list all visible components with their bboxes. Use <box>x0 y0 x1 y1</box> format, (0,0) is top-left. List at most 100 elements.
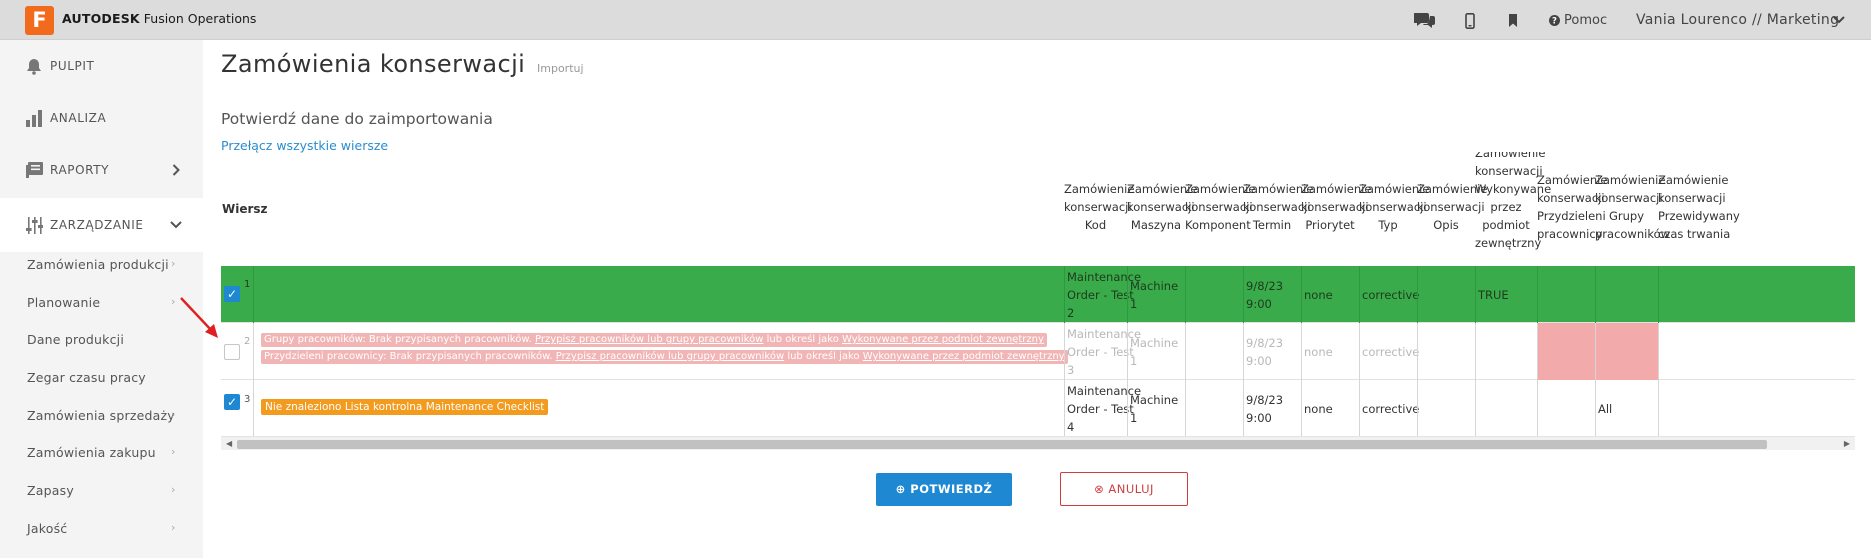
cancel-icon: ⊗ <box>1094 482 1105 496</box>
column-header: Zamówienie konserwacji Przydzieleni pracown… <box>1537 171 1607 243</box>
column-header-line: Zamówienie <box>1243 182 1314 196</box>
svg-text:?: ? <box>1552 17 1557 26</box>
sidebar-item-zarzadzanie[interactable]: ZARZĄDZANIE <box>0 198 203 252</box>
sidebar-subitem-zegar-czasu-pracy[interactable]: Zegar czasu pracy <box>27 370 146 385</box>
sidebar: PULPIT ANALIZA RAPORTY ZARZĄDZANIE Zamów… <box>0 40 203 558</box>
column-header-line: Zamówienie <box>1475 152 1546 160</box>
column-header-line: Zamówienie <box>1185 182 1256 196</box>
help-link[interactable]: ? Pomoc <box>1549 13 1607 28</box>
sidebar-subitem-zamowienia-produkcji[interactable]: Zamówienia produkcji <box>27 257 169 272</box>
external-party-link[interactable]: Wykonywane przez podmiot zewnętrzny <box>842 334 1044 345</box>
table-cell: Maintenance Order - Test 4 <box>1064 380 1141 437</box>
column-header-line: zewnętrzny <box>1475 236 1542 250</box>
sidebar-item-label: ZARZĄDZANIE <box>50 218 144 232</box>
sidebar-subitem-zapasy[interactable]: Zapasy <box>27 483 74 498</box>
table-cell <box>1658 323 1721 380</box>
column-header-row: Wiersz <box>222 202 268 216</box>
sliders-icon <box>26 216 43 234</box>
sidebar-subitem-zamowienia-zakupu[interactable]: Zamówienia zakupu <box>27 445 156 460</box>
scrollbar-thumb[interactable] <box>237 440 1767 449</box>
column-header-line: przez <box>1490 200 1522 214</box>
sidebar-item-raporty[interactable]: RAPORTY <box>0 144 203 196</box>
sidebar-subitem-zamowienia-sprzedazy[interactable]: Zamówienia sprzedaży <box>27 408 175 423</box>
column-header-line: Zamówienie <box>1301 182 1372 196</box>
table-cell-divider <box>253 380 254 437</box>
assign-workers-link[interactable]: Przypisz pracowników lub grupy pracownik… <box>535 334 763 345</box>
brand-name: AUTODESK Fusion Operations <box>62 11 256 26</box>
table-cell: Maintenance Order - Test 2 <box>1064 266 1141 323</box>
column-header-line: Zamówienie <box>1417 182 1488 196</box>
column-header-line: Zamówienie <box>1359 182 1430 196</box>
chat-icon[interactable] <box>1414 11 1436 29</box>
column-header: Zamówienie konserwacji Wykonywane przez podm… <box>1475 152 1551 252</box>
table-cell: TRUE <box>1475 266 1537 323</box>
assign-workers-link[interactable]: Przypisz pracowników lub grupy pracownik… <box>556 351 784 362</box>
user-menu[interactable]: Vania Lourenco // Marketing <box>1636 12 1839 28</box>
sidebar-item-label: ANALIZA <box>50 111 107 125</box>
table-cell <box>1475 323 1537 380</box>
confirm-label: POTWIERDŹ <box>910 482 993 496</box>
column-header: Zamówienie konserwacji Opis <box>1417 180 1488 234</box>
sidebar-subitem-planowanie[interactable]: Planowanie <box>27 295 100 310</box>
sidebar-subitem-dane-produkcji[interactable]: Dane produkcji <box>27 332 124 347</box>
column-header-line: Maszyna <box>1130 218 1182 232</box>
column-header: Zamówienie konserwacji Maszyna <box>1127 180 1197 234</box>
column-header: Zamówienie konserwacji Komponent <box>1185 180 1256 234</box>
external-party-link[interactable]: Wykonywane przez podmiot zewnętrzny <box>863 351 1065 362</box>
column-header-line: podmiot <box>1482 218 1530 232</box>
error-text: Przydzieleni pracownicy: Brak przypisany… <box>264 351 556 362</box>
help-label: Pomoc <box>1564 13 1608 28</box>
table-cell: 9/8/23 9:00 <box>1243 266 1301 323</box>
scroll-right-icon[interactable]: ▶ <box>1844 437 1850 451</box>
row-checkbox[interactable]: ✓ <box>224 394 240 410</box>
row-checkbox[interactable] <box>224 344 240 360</box>
sidebar-item-analiza[interactable]: ANALIZA <box>0 92 203 144</box>
table-cell: corrective <box>1359 380 1419 437</box>
column-header-line: pracowników <box>1595 227 1671 241</box>
horizontal-scrollbar[interactable]: ◀ ▶ <box>221 436 1855 450</box>
table-row[interactable]: 2 Grupy pracowników: Brak przypisanych p… <box>221 323 1855 380</box>
scroll-left-icon[interactable]: ◀ <box>226 437 232 451</box>
table-cell: none <box>1301 380 1359 437</box>
cancel-button[interactable]: ⊗ ANULUJ <box>1060 472 1188 506</box>
bar-chart-icon <box>26 109 42 127</box>
table-cell <box>1185 266 1243 323</box>
column-header-line: Kod <box>1084 218 1107 232</box>
table-row[interactable]: ✓ 3 Nie znaleziono Lista kontrolna Maint… <box>221 380 1855 437</box>
table-cell <box>1595 266 1658 323</box>
mobile-icon[interactable] <box>1465 13 1475 29</box>
bookmark-icon[interactable] <box>1508 14 1518 27</box>
import-table: Wiersz Zamówienie konserwacji Kod Zamówieni… <box>221 152 1855 452</box>
error-badge: Przydzieleni pracownicy: Brak przypisany… <box>261 350 1068 364</box>
table-cell <box>1595 323 1658 380</box>
sidebar-item-pulpit[interactable]: PULPIT <box>0 40 203 92</box>
chevron-down-icon[interactable] <box>1833 16 1845 24</box>
table-cell: 9/8/23 9:00 <box>1243 380 1301 437</box>
table-cell <box>1185 323 1243 380</box>
column-header-line: Grupy <box>1608 209 1645 223</box>
table-cell: Machine 1 <box>1127 380 1185 437</box>
chevron-right-icon: › <box>171 521 176 534</box>
table-row[interactable]: ✓ 1 Maintenance Order - Test 2 Machine 19… <box>221 266 1855 323</box>
sidebar-item-label: PULPIT <box>50 59 95 73</box>
error-text-mid: lub określ jako <box>784 351 863 362</box>
column-header: Zamówienie konserwacji Termin <box>1243 180 1314 234</box>
column-header-line: Typ <box>1378 218 1398 232</box>
table-cell: none <box>1301 323 1359 380</box>
row-number: 3 <box>244 394 251 405</box>
toggle-all-rows-link[interactable]: Przełącz wszystkie wiersze <box>221 138 388 153</box>
confirm-button[interactable]: ⊕ POTWIERDŹ <box>876 473 1012 506</box>
sidebar-subitem-jakosc[interactable]: Jakość <box>27 521 67 536</box>
sidebar-item-label: RAPORTY <box>50 163 110 177</box>
brand-bold: AUTODESK <box>62 11 140 26</box>
column-header-line: konserwacji <box>1185 200 1253 214</box>
confirm-heading: Potwierdź dane do zaimportowania <box>221 110 493 128</box>
fusion-logo[interactable]: F <box>25 6 54 35</box>
column-header-line: pracownicy <box>1537 227 1603 241</box>
top-bar: F AUTODESK Fusion Operations ? Pomoc Van… <box>0 0 1871 40</box>
column-header-line: konserwacji <box>1359 200 1427 214</box>
column-header-line: konserwacji <box>1658 191 1726 205</box>
page-title: Zamówienia konserwacji <box>221 50 526 78</box>
table-cell <box>1537 380 1595 437</box>
column-header: Zamówienie konserwacji Typ <box>1359 180 1430 234</box>
